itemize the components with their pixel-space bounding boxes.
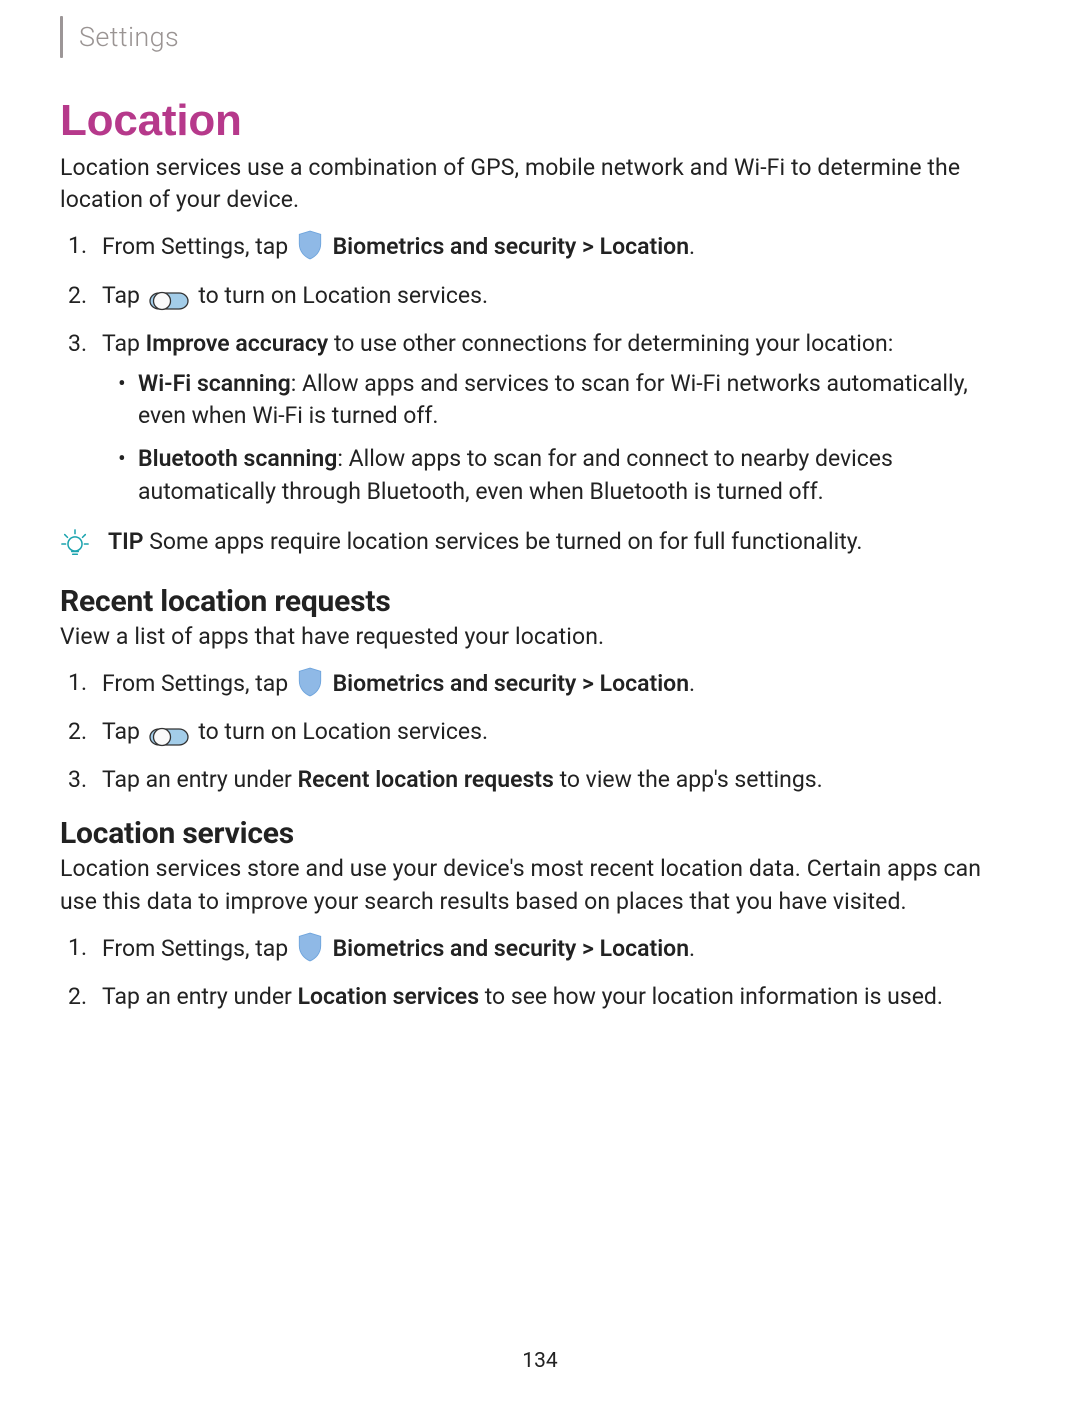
step-text: Tap xyxy=(102,330,146,357)
step-post: . xyxy=(689,233,695,260)
step-item: From Settings, tap Biometrics and securi… xyxy=(102,932,1020,971)
step-post: . xyxy=(689,935,695,962)
toggle-on-icon xyxy=(149,286,189,318)
section-title-recent: Recent location requests xyxy=(60,584,1020,619)
section-intro-recent: View a list of apps that have requested … xyxy=(60,621,1020,653)
header-rule xyxy=(60,16,63,58)
step-post: . xyxy=(689,670,695,697)
bullet-label: Bluetooth scanning xyxy=(138,445,337,472)
step-item: Tap to turn on Location services. xyxy=(102,716,1020,754)
step-post: to turn on Location services. xyxy=(198,718,488,745)
lightbulb-tip-icon xyxy=(60,528,90,562)
toggle-on-icon xyxy=(149,722,189,754)
tip-text: TIP Some apps require location services … xyxy=(108,526,863,558)
section-intro-services: Location services store and use your dev… xyxy=(60,853,1020,917)
steps-list-1: From Settings, tap Biometrics and securi… xyxy=(60,230,1020,507)
step-text: From Settings, tap xyxy=(102,670,294,697)
step-item: Tap Improve accuracy to use other connec… xyxy=(102,328,1020,508)
page-header: Settings xyxy=(60,10,1020,64)
step-item: Tap to turn on Location services. xyxy=(102,280,1020,318)
steps-list-3: From Settings, tap Biometrics and securi… xyxy=(60,932,1020,1013)
bullet-label: Wi-Fi scanning xyxy=(138,370,291,397)
step-text: Tap an entry under xyxy=(102,983,298,1010)
step-post: to see how your location information is … xyxy=(479,983,943,1010)
tip-body: Some apps require location services be t… xyxy=(144,528,863,555)
sub-bullets: Wi-Fi scanning: Allow apps and services … xyxy=(102,368,1020,508)
step-text: Tap xyxy=(102,282,146,309)
step-text: Tap xyxy=(102,718,146,745)
step-bold: Location services xyxy=(298,983,479,1010)
step-text: From Settings, tap xyxy=(102,935,294,962)
tip-callout: TIP Some apps require location services … xyxy=(60,526,1020,562)
shield-icon xyxy=(297,667,323,706)
sub-bullet-item: Wi-Fi scanning: Allow apps and services … xyxy=(138,368,1020,432)
steps-list-2: From Settings, tap Biometrics and securi… xyxy=(60,667,1020,797)
step-post: to view the app's settings. xyxy=(554,766,823,793)
step-bold: Biometrics and security > Location xyxy=(333,233,689,260)
page-title: Location xyxy=(60,96,1020,146)
step-item: Tap an entry under Location services to … xyxy=(102,981,1020,1013)
intro-paragraph: Location services use a combination of G… xyxy=(60,152,1020,216)
step-bold: Biometrics and security > Location xyxy=(333,935,689,962)
tip-label: TIP xyxy=(108,528,144,555)
step-post: to use other connections for determining… xyxy=(328,330,893,357)
step-item: From Settings, tap Biometrics and securi… xyxy=(102,230,1020,269)
step-bold: Biometrics and security > Location xyxy=(333,670,689,697)
step-post: to turn on Location services. xyxy=(198,282,488,309)
step-item: From Settings, tap Biometrics and securi… xyxy=(102,667,1020,706)
step-bold: Recent location requests xyxy=(298,766,554,793)
page-number: 134 xyxy=(0,1349,1080,1373)
sub-bullet-item: Bluetooth scanning: Allow apps to scan f… xyxy=(138,443,1020,507)
step-bold: Improve accuracy xyxy=(146,330,329,357)
step-text: Tap an entry under xyxy=(102,766,298,793)
step-item: Tap an entry under Recent location reque… xyxy=(102,764,1020,796)
document-page: Settings Location Location services use … xyxy=(0,10,1080,1407)
step-text: From Settings, tap xyxy=(102,233,294,260)
section-title-services: Location services xyxy=(60,816,1020,851)
shield-icon xyxy=(297,932,323,971)
header-breadcrumb: Settings xyxy=(79,21,179,53)
shield-icon xyxy=(297,230,323,269)
